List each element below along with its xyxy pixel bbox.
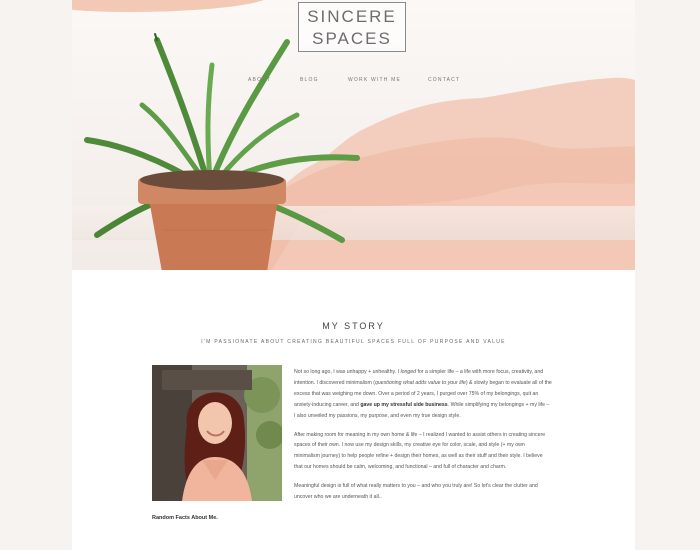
story-paragraph-2: After making room for meaning in my own … xyxy=(294,431,546,471)
nav-contact[interactable]: CONTACT xyxy=(428,77,460,83)
page-content: SINCERE SPACES ABOUT BLOG WORK WITH ME C… xyxy=(72,0,635,550)
logo-line-2: SPACES xyxy=(312,29,392,48)
story-paragraph-1: Not so long ago, I was unhappy + unhealt… xyxy=(294,369,552,419)
story-title: MY STORY xyxy=(322,321,385,331)
story-subtitle: I'M PASSIONATE ABOUT CREATING BEAUTIFUL … xyxy=(201,339,506,345)
logo-line-1: SINCERE xyxy=(307,7,397,26)
nav-blog[interactable]: BLOG xyxy=(300,77,319,83)
author-portrait xyxy=(152,365,282,501)
hero-banner: SINCERE SPACES ABOUT BLOG WORK WITH ME C… xyxy=(72,0,635,270)
story-text: Not so long ago, I was unhappy + unhealt… xyxy=(294,367,552,511)
nav-work-with-me[interactable]: WORK WITH ME xyxy=(348,77,401,83)
random-facts-heading: Random Facts About Me. xyxy=(152,515,218,521)
watercolor-wash-top xyxy=(72,0,272,12)
aloe-plant-image xyxy=(84,33,360,270)
main-nav: ABOUT BLOG WORK WITH ME CONTACT xyxy=(72,77,635,89)
nav-about[interactable]: ABOUT xyxy=(248,77,271,83)
story-paragraph-3: Meaningful design is full of what really… xyxy=(294,483,538,501)
site-logo[interactable]: SINCERE SPACES xyxy=(298,2,406,52)
